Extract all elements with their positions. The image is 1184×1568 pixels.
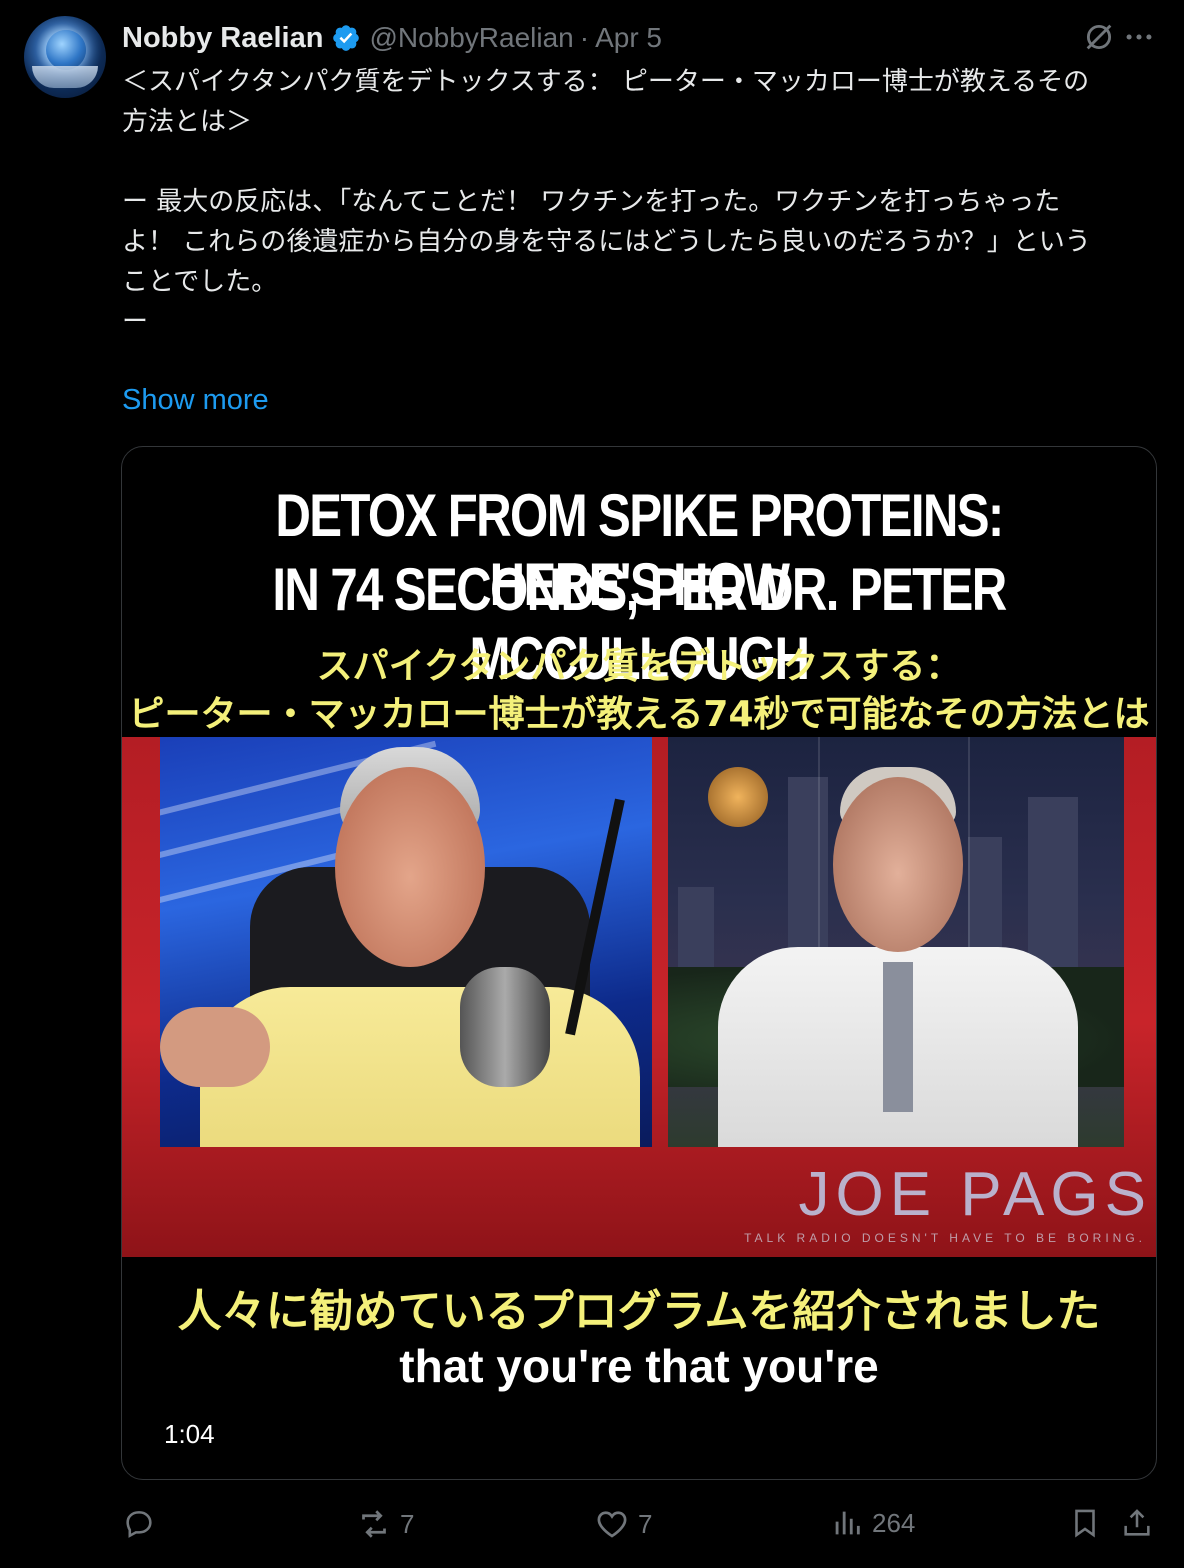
post-text: ＜スパイクタンパク質をデトックスする： ピーター・マッカロー博士が教えるその 方… xyxy=(122,62,1162,342)
brand-tagline: TALK RADIO DOESN'T HAVE TO BE BORING. xyxy=(744,1231,1146,1245)
guest-video-panel xyxy=(668,737,1124,1147)
views-count: 264 xyxy=(872,1507,916,1538)
bookmark-icon xyxy=(1075,1509,1095,1538)
verified-badge-icon xyxy=(333,25,360,51)
post-line: 方法とは＞ xyxy=(122,107,253,137)
reply-icon xyxy=(126,1511,152,1538)
like-button[interactable]: 7 xyxy=(594,1506,652,1542)
bookmark-button[interactable] xyxy=(1068,1506,1102,1540)
author-name[interactable]: Nobby Raelian xyxy=(122,22,323,55)
subtitle-en: that you're that you're xyxy=(399,1340,879,1392)
heart-icon xyxy=(597,1511,627,1538)
tweet-header: Nobby Raelian @NobbyRaelian · Apr 5 xyxy=(122,18,662,58)
show-more-link[interactable]: Show more xyxy=(122,384,269,417)
microphone-image xyxy=(460,967,550,1087)
views-icon xyxy=(835,1511,860,1535)
post-line: ことでした。 xyxy=(122,267,278,297)
video-frame: JOE PAGS TALK RADIO DOESN'T HAVE TO BE B… xyxy=(122,737,1156,1257)
repost-count: 7 xyxy=(400,1508,415,1539)
subtitle-jp: 人々に勧めているプログラムを紹介されました xyxy=(177,1286,1101,1337)
video-jp-title-line: スパイクタンパク質をデトックスする： xyxy=(316,646,962,687)
post-line: よ！ これらの後遺症から自分の身を守るにはどうしたら良いのだろうか？」という xyxy=(122,227,1091,257)
video-jp-title-line: ピーター・マッカロー博士が教える74秒で可能なその方法とは xyxy=(128,694,1150,735)
more-options-icon[interactable] xyxy=(1122,20,1156,54)
repost-icon xyxy=(362,1510,386,1538)
post-line: ー xyxy=(122,307,149,337)
top-right-icons xyxy=(1082,20,1156,54)
repost-button[interactable]: 7 xyxy=(356,1506,414,1542)
post-date[interactable]: Apr 5 xyxy=(595,22,662,54)
views-button[interactable]: 264 xyxy=(830,1506,915,1540)
grok-icon[interactable] xyxy=(1082,20,1116,54)
globe-image xyxy=(46,30,86,70)
post-line: ＜スパイクタンパク質をデトックスする： ピーター・マッカロー博士が教えるその xyxy=(122,67,1090,97)
post-line: ー 最大の反応は、「なんてことだ！ ワクチンを打った。ワクチンを打っちゃった xyxy=(122,187,1061,217)
video-duration: 1:04 xyxy=(164,1419,215,1449)
avatar[interactable] xyxy=(24,16,106,98)
reply-button[interactable] xyxy=(122,1506,164,1540)
video-player[interactable]: DETOX FROM SPIKE PROTEINS: HERE'S HOW IN… xyxy=(121,446,1157,1480)
host-video-panel xyxy=(160,737,652,1147)
share-icon xyxy=(1124,1509,1150,1536)
share-button[interactable] xyxy=(1120,1506,1154,1540)
like-count: 7 xyxy=(638,1508,653,1539)
separator-dot: · xyxy=(579,22,590,53)
author-handle[interactable]: @NobbyRaelian xyxy=(369,22,573,54)
tweet: Nobby Raelian @NobbyRaelian · Apr 5 ＜スパイ… xyxy=(0,0,1184,1568)
joe-pags-logo: JOE PAGS xyxy=(798,1160,1152,1229)
hands-image xyxy=(32,66,98,88)
action-bar: 7 7 264 xyxy=(0,1506,1184,1550)
